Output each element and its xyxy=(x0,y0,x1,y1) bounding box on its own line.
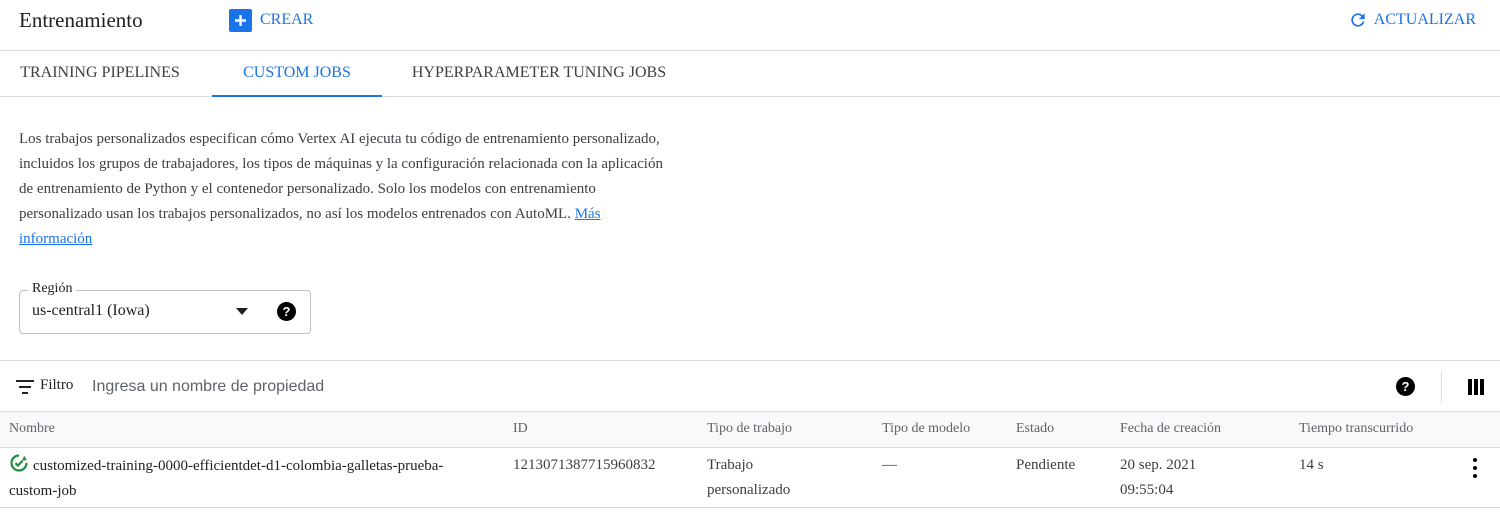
create-button-label: CREAR xyxy=(260,11,314,28)
job-name[interactable]: customized-training-0000-efficientdet-d1… xyxy=(9,458,443,499)
refresh-button-label: ACTUALIZAR xyxy=(1373,11,1476,28)
column-header-elapsed[interactable]: Tiempo transcurrido xyxy=(1299,421,1413,437)
column-header-job-type[interactable]: Tipo de trabajo xyxy=(707,421,792,437)
region-select[interactable]: Región us-central1 (Iowa) ? xyxy=(19,281,311,334)
page-title: Entrenamiento xyxy=(19,8,143,32)
model-type: — xyxy=(882,457,897,473)
tab-training-pipelines[interactable]: TRAINING PIPELINES xyxy=(0,51,200,97)
help-icon[interactable]: ? xyxy=(277,302,296,321)
job-id: 1213071387715960832 xyxy=(513,457,656,473)
column-header-model-type[interactable]: Tipo de modelo xyxy=(882,421,970,437)
filter-list-icon[interactable] xyxy=(16,380,34,394)
tab-bar: TRAINING PIPELINES CUSTOM JOBS HYPERPARA… xyxy=(0,51,1500,97)
filter-label: Filtro xyxy=(40,377,74,393)
refresh-button[interactable]: ACTUALIZAR xyxy=(1348,8,1476,32)
job-type: Trabajo personalizado xyxy=(707,457,791,498)
refresh-icon xyxy=(1351,13,1365,27)
status-text: Pendiente xyxy=(1016,457,1076,473)
filter-bar: Filtro ? xyxy=(0,360,1500,412)
region-value: us-central1 (Iowa) xyxy=(32,302,150,319)
region-label: Región xyxy=(28,281,77,297)
elapsed-time: 14 s xyxy=(1299,457,1324,473)
arrow-drop-down-icon[interactable] xyxy=(236,308,248,315)
help-icon[interactable]: ? xyxy=(1396,377,1415,396)
table-row[interactable]: customized-training-0000-efficientdet-d1… xyxy=(0,448,1500,508)
filter-input[interactable] xyxy=(92,374,692,400)
column-header-created[interactable]: Fecha de creación xyxy=(1120,421,1221,437)
page-header: Entrenamiento CREAR ACTUALIZAR xyxy=(0,0,1500,51)
column-header-status[interactable]: Estado xyxy=(1016,421,1054,437)
description: Los trabajos personalizados especifican … xyxy=(19,127,669,252)
status-ok-icon xyxy=(10,454,28,472)
description-text: Los trabajos personalizados especifican … xyxy=(19,131,663,222)
created-date: 20 sep. 2021 09:55:04 xyxy=(1120,457,1197,498)
view-columns-icon[interactable] xyxy=(1468,379,1484,395)
job-name-cell[interactable]: customized-training-0000-efficientdet-d1… xyxy=(9,453,469,504)
table-header: Nombre ID Tipo de trabajo Tipo de modelo… xyxy=(0,412,1500,448)
plus-box-icon xyxy=(229,8,252,32)
divider xyxy=(1441,371,1442,403)
tab-custom-jobs[interactable]: CUSTOM JOBS xyxy=(212,51,382,97)
more-vert-icon[interactable] xyxy=(1468,456,1482,480)
column-header-id[interactable]: ID xyxy=(513,421,528,437)
create-button[interactable]: CREAR xyxy=(229,8,313,32)
tab-hyperparameter-tuning-jobs[interactable]: HYPERPARAMETER TUNING JOBS xyxy=(396,51,682,97)
column-header-name[interactable]: Nombre xyxy=(9,421,55,437)
